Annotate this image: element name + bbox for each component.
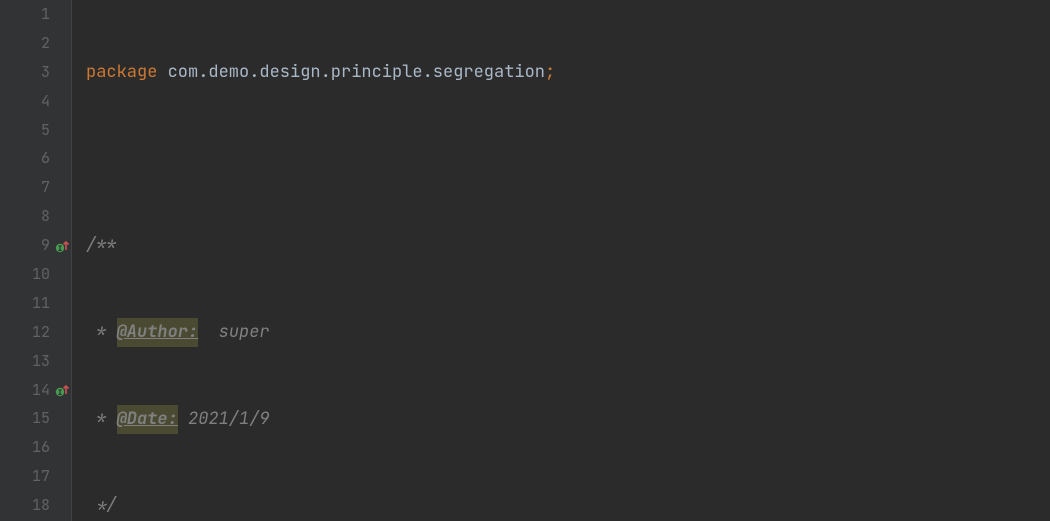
line-number: 10	[28, 260, 50, 289]
gutter-line[interactable]: 18	[0, 491, 72, 520]
line-number: 14	[28, 376, 50, 405]
line-number: 13	[28, 347, 50, 376]
line-number: 7	[28, 173, 50, 202]
gutter-line[interactable]: 13	[0, 347, 72, 376]
doc-tag-author: @Author:	[117, 318, 199, 347]
code-line[interactable]: /**	[86, 231, 1050, 260]
gutter-line[interactable]: 16	[0, 433, 72, 462]
code-area[interactable]: package com.demo.design.principle.segreg…	[72, 0, 1050, 521]
gutter-line[interactable]: 4	[0, 87, 72, 116]
line-number: 8	[28, 202, 50, 231]
gutter-line[interactable]: 5	[0, 116, 72, 145]
doc-star: *	[86, 318, 117, 347]
svg-text:I: I	[58, 389, 63, 397]
gutter-line[interactable]: 8	[0, 202, 72, 231]
code-line[interactable]	[86, 145, 1050, 174]
line-number: 5	[28, 116, 50, 145]
line-number: 6	[28, 144, 50, 173]
code-line[interactable]: */	[86, 491, 1050, 520]
gutter-line[interactable]: 12	[0, 318, 72, 347]
line-number: 17	[28, 462, 50, 491]
line-number: 16	[28, 433, 50, 462]
line-number: 3	[28, 58, 50, 87]
override-method-icon[interactable]: I	[54, 382, 70, 398]
gutter-line[interactable]: 14 I	[0, 376, 72, 405]
code-line[interactable]: * @Author: super	[86, 318, 1050, 347]
gutter-line[interactable]: 7	[0, 173, 72, 202]
editor-gutter: 1 2 3 4 5 6 7 8 9 I 10 11 12 13 14 I 15 …	[0, 0, 72, 521]
gutter-line[interactable]: 10	[0, 260, 72, 289]
doc-value: super	[198, 318, 269, 347]
line-number: 4	[28, 87, 50, 116]
code-line[interactable]: package com.demo.design.principle.segreg…	[86, 58, 1050, 87]
gutter-line[interactable]: 11	[0, 289, 72, 318]
gutter-line[interactable]: 15	[0, 404, 72, 433]
doc-tag-date: @Date:	[117, 405, 178, 434]
code-line[interactable]: * @Date: 2021/1/9	[86, 405, 1050, 434]
svg-text:I: I	[58, 245, 63, 253]
line-number: 11	[28, 289, 50, 318]
line-number: 1	[28, 0, 50, 29]
package-name: com.demo.design.principle.segregation	[168, 58, 545, 87]
doc-close: */	[86, 491, 117, 520]
line-number: 18	[28, 491, 50, 520]
line-number: 9	[28, 231, 50, 260]
doc-star: *	[86, 405, 117, 434]
gutter-line[interactable]: 17	[0, 462, 72, 491]
keyword: package	[86, 58, 157, 87]
gutter-line[interactable]: 9 I	[0, 231, 72, 260]
gutter-line[interactable]: 3	[0, 58, 72, 87]
line-number: 2	[28, 29, 50, 58]
line-number: 15	[28, 404, 50, 433]
semicolon: ;	[545, 58, 555, 87]
gutter-line[interactable]: 2	[0, 29, 72, 58]
code-editor[interactable]: 1 2 3 4 5 6 7 8 9 I 10 11 12 13 14 I 15 …	[0, 0, 1050, 521]
doc-value: 2021/1/9	[178, 405, 270, 434]
line-number: 12	[28, 318, 50, 347]
gutter-line[interactable]: 6	[0, 144, 72, 173]
override-method-icon[interactable]: I	[54, 238, 70, 254]
gutter-line[interactable]: 1	[0, 0, 72, 29]
doc-open: /**	[86, 231, 117, 260]
